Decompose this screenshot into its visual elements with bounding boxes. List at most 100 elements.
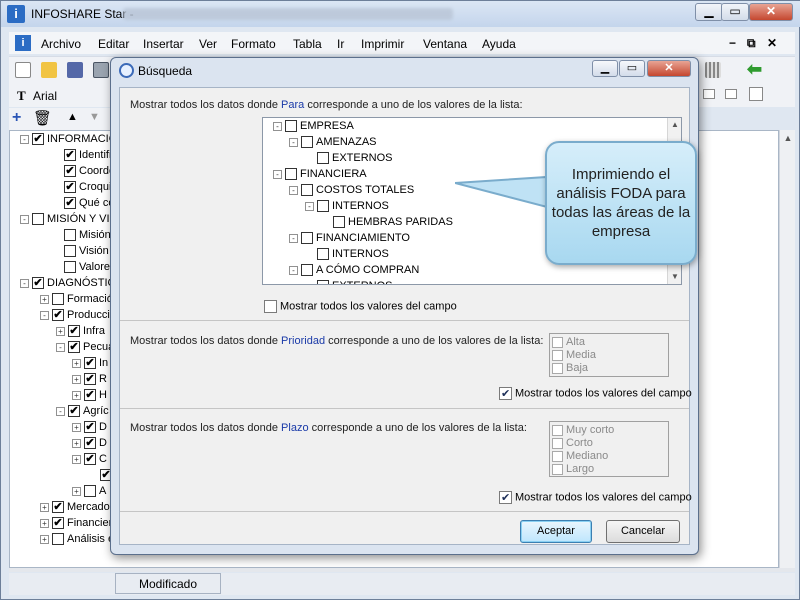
- menu-ventana[interactable]: Ventana: [423, 37, 467, 51]
- open-folder-icon[interactable]: [41, 62, 57, 78]
- para-item-checkbox[interactable]: [317, 152, 329, 165]
- frame-icon[interactable]: [749, 87, 763, 101]
- tree-item-checkbox[interactable]: [32, 213, 44, 226]
- tree-item-checkbox[interactable]: [68, 325, 80, 338]
- expand-icon[interactable]: +: [72, 454, 81, 464]
- move-down-icon[interactable]: ▼: [89, 111, 100, 123]
- para-tree-item[interactable]: EXTERNOS: [263, 278, 681, 284]
- tree-item-checkbox[interactable]: [52, 293, 64, 306]
- save-icon[interactable]: [67, 62, 83, 78]
- font-name-box[interactable]: Arial: [33, 89, 57, 103]
- tree-item-checkbox[interactable]: [64, 165, 76, 178]
- collapse-icon[interactable]: -: [20, 214, 29, 224]
- para-show-all-checkbox[interactable]: [264, 300, 277, 313]
- collapse-icon[interactable]: -: [20, 134, 29, 144]
- collapse-icon[interactable]: -: [40, 310, 49, 320]
- collapse-icon[interactable]: -: [289, 185, 298, 195]
- tree-item-checkbox[interactable]: [64, 261, 76, 274]
- accept-button[interactable]: Aceptar: [520, 520, 592, 543]
- para-show-all[interactable]: Mostrar todos los valores del campo: [264, 300, 457, 313]
- para-item-checkbox[interactable]: [301, 264, 313, 277]
- prioridad-item-baja[interactable]: Baja: [552, 362, 668, 375]
- tree-item-checkbox[interactable]: [64, 245, 76, 258]
- tree-item-checkbox[interactable]: [84, 373, 96, 386]
- plazo-item-largo[interactable]: Largo: [552, 463, 668, 476]
- plazo-item-muy-corto[interactable]: Muy corto: [552, 424, 668, 437]
- back-arrow-icon[interactable]: ⬅: [747, 59, 762, 80]
- border-box-icon-2[interactable]: [725, 89, 737, 99]
- para-item-checkbox[interactable]: [333, 216, 345, 229]
- tree-item-checkbox[interactable]: [68, 405, 80, 418]
- expand-icon[interactable]: +: [40, 294, 49, 304]
- expand-icon[interactable]: +: [40, 502, 49, 512]
- expand-icon[interactable]: +: [40, 518, 49, 528]
- para-item-checkbox[interactable]: [317, 280, 329, 284]
- tree-item-checkbox[interactable]: [64, 197, 76, 210]
- scroll-down-icon[interactable]: ▼: [668, 270, 681, 284]
- add-icon[interactable]: +: [12, 109, 21, 127]
- scroll-up-icon[interactable]: ▲: [668, 118, 681, 132]
- mdi-restore-icon[interactable]: ⧉: [747, 36, 756, 51]
- vertical-scrollbar[interactable]: ▲: [779, 130, 795, 568]
- checkbox[interactable]: [552, 349, 563, 361]
- plazo-show-all-checkbox[interactable]: [499, 491, 512, 504]
- document-icon[interactable]: i: [15, 35, 31, 51]
- print-icon[interactable]: [93, 62, 109, 78]
- cancel-button[interactable]: Cancelar: [606, 520, 680, 543]
- tree-item-checkbox[interactable]: [52, 501, 64, 514]
- dialog-minimize-button[interactable]: ▁: [592, 60, 618, 77]
- plazo-item-mediano[interactable]: Mediano: [552, 450, 668, 463]
- tree-item-checkbox[interactable]: [64, 181, 76, 194]
- tree-item-checkbox[interactable]: [52, 309, 64, 322]
- close-button[interactable]: ✕: [749, 3, 793, 21]
- expand-icon[interactable]: +: [40, 534, 49, 544]
- prioridad-item-alta[interactable]: Alta: [552, 336, 668, 349]
- checkbox[interactable]: [552, 437, 563, 449]
- checkbox[interactable]: [552, 362, 563, 374]
- menu-ayuda[interactable]: Ayuda: [482, 37, 516, 51]
- menu-ver[interactable]: Ver: [199, 37, 217, 51]
- menu-formato[interactable]: Formato: [231, 37, 276, 51]
- checkbox[interactable]: [552, 463, 563, 475]
- expand-icon[interactable]: +: [72, 390, 81, 400]
- maximize-button[interactable]: ▭: [721, 3, 749, 21]
- tree-item-checkbox[interactable]: [84, 357, 96, 370]
- trash-icon[interactable]: 🗑: [33, 109, 52, 127]
- menu-editar[interactable]: Editar: [98, 37, 129, 51]
- move-up-icon[interactable]: ▲: [67, 111, 78, 123]
- scroll-up-icon[interactable]: ▲: [780, 130, 796, 146]
- menu-imprimir[interactable]: Imprimir: [361, 37, 404, 51]
- para-item-checkbox[interactable]: [301, 136, 313, 149]
- para-item-checkbox[interactable]: [301, 232, 313, 245]
- expand-icon[interactable]: +: [72, 422, 81, 432]
- plazo-item-corto[interactable]: Corto: [552, 437, 668, 450]
- prioridad-show-all[interactable]: Mostrar todos los valores del campo: [499, 387, 692, 400]
- expand-icon[interactable]: +: [56, 326, 65, 336]
- horizontal-scrollbar[interactable]: [9, 568, 795, 572]
- collapse-icon[interactable]: -: [273, 169, 282, 179]
- tree-item-checkbox[interactable]: [52, 517, 64, 530]
- collapse-icon[interactable]: -: [56, 342, 65, 352]
- table-grid-icon[interactable]: [705, 62, 721, 78]
- para-item-checkbox[interactable]: [301, 184, 313, 197]
- para-tree-item[interactable]: - EMPRESA: [263, 118, 681, 134]
- collapse-icon[interactable]: -: [289, 137, 298, 147]
- mdi-close-icon[interactable]: ✕: [767, 36, 777, 50]
- tree-item-checkbox[interactable]: [84, 485, 96, 498]
- checkbox[interactable]: [552, 336, 563, 348]
- para-item-checkbox[interactable]: [317, 248, 329, 261]
- new-document-icon[interactable]: [15, 62, 31, 78]
- menu-archivo[interactable]: Archivo: [41, 37, 81, 51]
- tree-item-checkbox[interactable]: [84, 389, 96, 402]
- para-item-checkbox[interactable]: [317, 200, 329, 213]
- tree-item-checkbox[interactable]: [84, 437, 96, 450]
- tree-item-checkbox[interactable]: [68, 341, 80, 354]
- collapse-icon[interactable]: -: [289, 265, 298, 275]
- collapse-icon[interactable]: -: [273, 121, 282, 131]
- tree-item-checkbox[interactable]: [64, 229, 76, 242]
- para-item-checkbox[interactable]: [285, 120, 297, 133]
- collapse-icon[interactable]: -: [20, 278, 29, 288]
- para-item-checkbox[interactable]: [285, 168, 297, 181]
- checkbox[interactable]: [552, 450, 563, 462]
- expand-icon[interactable]: +: [72, 438, 81, 448]
